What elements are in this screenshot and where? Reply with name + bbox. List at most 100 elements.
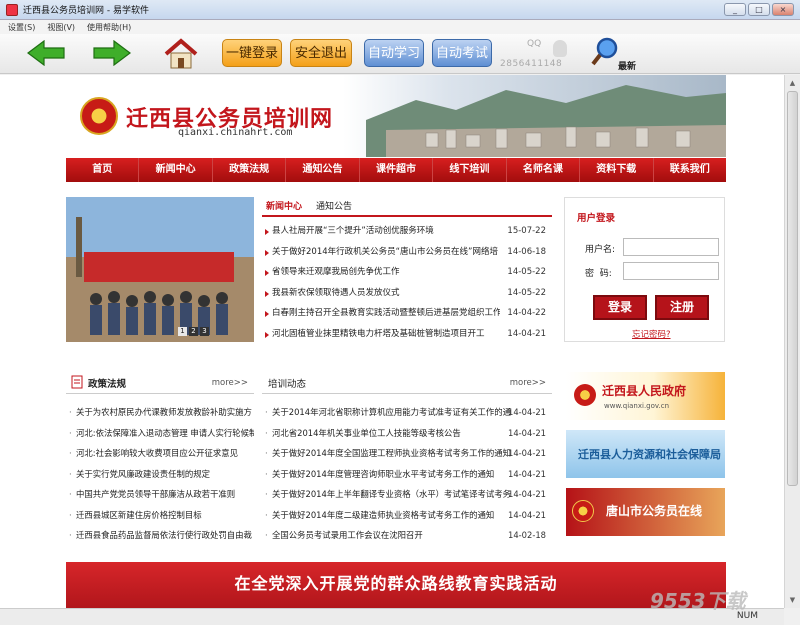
auto-study-button[interactable]: 自动学习 bbox=[364, 39, 424, 67]
newest-button[interactable]: 最新 bbox=[590, 37, 640, 72]
penguin-icon bbox=[553, 40, 567, 57]
app-icon bbox=[6, 3, 18, 16]
list-item[interactable]: 河北:社会影响较大收费项目应公开征求意见 bbox=[66, 443, 254, 464]
password-label: 密 码: bbox=[585, 269, 612, 279]
one-click-login-button[interactable]: 一键登录 bbox=[222, 39, 282, 67]
browser-viewport: 迁西县公务员培训网 qianxi.chinahrt.com 首页 新闻中心 政策… bbox=[0, 75, 784, 608]
password-input[interactable] bbox=[623, 262, 719, 280]
nav-news[interactable]: 新闻中心 bbox=[139, 158, 213, 182]
list-item[interactable]: 关于为农村原民办代课教师发放教龄补助实施方 bbox=[66, 402, 254, 423]
back-arrow-icon[interactable] bbox=[26, 40, 66, 66]
training-list: 关于2014年河北省职称计算机应用能力考试准考证有关工作的通14-04-21 河… bbox=[262, 402, 552, 546]
list-item[interactable]: 关于做好2014年度管理咨询师职业水平考试考务工作的通知14-04-21 bbox=[262, 464, 552, 485]
slide-dot[interactable]: 3 bbox=[200, 327, 209, 336]
policy-header: 政策法规 more>> bbox=[66, 372, 254, 394]
scroll-thumb[interactable] bbox=[787, 91, 798, 486]
tab-news-center[interactable]: 新闻中心 bbox=[266, 197, 302, 215]
list-item[interactable]: 省领导来迁观摩我局创先争优工作 14-05-22 bbox=[262, 262, 552, 283]
campaign-text: 在全党深入开展党的群众路线教育实践活动 bbox=[234, 574, 558, 593]
qq-number: 2856411148 bbox=[500, 59, 563, 69]
list-item[interactable]: 迁西县城区新建住房价格控制目标 bbox=[66, 505, 254, 526]
list-item[interactable]: 关于做好2014年上半年翻译专业资格（水平）考试笔译考试考务14-04-21 bbox=[262, 484, 552, 505]
policy-more-link[interactable]: more>> bbox=[212, 378, 248, 388]
ad-hr-social-security[interactable]: 迁西县人力资源和社会保障局 bbox=[566, 430, 725, 478]
home-icon[interactable] bbox=[162, 38, 200, 70]
scroll-down-icon[interactable]: ▼ bbox=[787, 594, 798, 606]
site-url: qianxi.chinahrt.com bbox=[178, 127, 293, 138]
policy-list: 关于为农村原民办代课教师发放教龄补助实施方 河北:依法保障准入退动态管理 申请人… bbox=[66, 402, 254, 546]
nav-contact[interactable]: 联系我们 bbox=[654, 158, 726, 182]
nav-policy[interactable]: 政策法规 bbox=[213, 158, 287, 182]
menu-view[interactable]: 视图(V) bbox=[47, 22, 75, 33]
list-item[interactable]: 河北省2014年机关事业单位工人技能等级考核公告14-04-21 bbox=[262, 423, 552, 444]
ad-title: 唐山市公务员在线 bbox=[606, 504, 703, 518]
username-input[interactable] bbox=[623, 238, 719, 256]
list-item[interactable]: 关于2014年河北省职称计算机应用能力考试准考证有关工作的通14-04-21 bbox=[262, 402, 552, 423]
ad-title: 迁西县人民政府 bbox=[602, 384, 687, 398]
nav-downloads[interactable]: 资料下载 bbox=[580, 158, 654, 182]
newest-label: 最新 bbox=[618, 62, 637, 72]
auto-exam-button[interactable]: 自动考试 bbox=[432, 39, 492, 67]
minimize-button[interactable]: _ bbox=[724, 3, 746, 16]
list-item[interactable]: 我县新农保领取待遇人员发放仪式 14-05-22 bbox=[262, 283, 552, 304]
login-panel: 用户登录 用户名: 密 码: 登录 注册 忘记密码? bbox=[564, 197, 725, 342]
magnifier-icon bbox=[591, 37, 618, 66]
title-bar: 迁西县公务员培训网 - 易学软件 _ □ × bbox=[0, 0, 800, 20]
campaign-banner: 在全党深入开展党的群众路线教育实践活动 bbox=[66, 562, 726, 608]
list-item[interactable]: 关于做好2014年行政机关公务员“唐山市公务员在线”网络培 14-06-18 bbox=[262, 242, 552, 263]
training-title: 培训动态 bbox=[268, 379, 307, 390]
list-item[interactable]: 关于做好2014年度全国监理工程师执业资格考试考务工作的通知14-04-21 bbox=[262, 443, 552, 464]
toolbar: 一键登录 安全退出 自动学习 自动考试 QQ 2856411148 最新 bbox=[0, 34, 800, 74]
training-header: 培训动态 more>> bbox=[262, 372, 552, 394]
list-item[interactable]: 关于实行党风廉政建设责任制的规定 bbox=[66, 464, 254, 485]
forward-arrow-icon[interactable] bbox=[92, 40, 132, 66]
list-item[interactable]: 河北固植管业抹里精铁电力杆塔及基础桩管制造项目开工 14-04-21 bbox=[262, 324, 552, 345]
nav-home[interactable]: 首页 bbox=[66, 158, 140, 182]
ad-tangshan-civil-servant[interactable]: 唐山市公务员在线 bbox=[566, 488, 725, 536]
ad-title: 迁西县人力资源和社会保障局 bbox=[578, 448, 721, 461]
list-item[interactable]: 迁西县食品药品监督局依法行使行政处罚自由裁 bbox=[66, 525, 254, 546]
national-emblem-icon bbox=[80, 97, 118, 135]
safe-logout-button[interactable]: 安全退出 bbox=[290, 39, 352, 67]
ad-url: www.qianxi.gov.cn bbox=[604, 402, 670, 410]
window-controls: _ □ × bbox=[724, 3, 794, 16]
forgot-password-link[interactable]: 忘记密码? bbox=[632, 328, 671, 340]
slide-dot[interactable]: 2 bbox=[189, 327, 198, 336]
slide-dot[interactable]: 1 bbox=[178, 327, 187, 336]
nav-offline-training[interactable]: 线下培训 bbox=[433, 158, 507, 182]
menu-bar: 设置(S) 视图(V) 使用帮助(H) bbox=[0, 20, 800, 34]
news-slideshow[interactable]: 1 2 3 bbox=[66, 197, 254, 342]
register-button[interactable]: 注册 bbox=[655, 295, 709, 320]
menu-settings[interactable]: 设置(S) bbox=[8, 22, 35, 33]
menu-help[interactable]: 使用帮助(H) bbox=[87, 22, 131, 33]
slideshow-pager: 1 2 3 bbox=[178, 327, 209, 336]
news-list: 县人社局开展“三个提升”活动创优服务环境 15-07-22 关于做好2014年行政… bbox=[262, 221, 552, 345]
scroll-up-icon[interactable]: ▲ bbox=[787, 77, 798, 89]
qq-contact[interactable]: QQ 2856411148 bbox=[497, 39, 569, 71]
news-tabs: 新闻中心 通知公告 bbox=[262, 197, 552, 217]
site-banner: 迁西县公务员培训网 qianxi.chinahrt.com bbox=[66, 75, 726, 157]
nav-famous-teachers[interactable]: 名师名课 bbox=[507, 158, 581, 182]
tab-notices[interactable]: 通知公告 bbox=[316, 197, 352, 215]
vertical-scrollbar[interactable]: ▲ ▼ bbox=[784, 75, 800, 608]
list-item[interactable]: 白春刚主持召开全县教育实践活动暨整顿后进基层党组织工作推 14-04-22 bbox=[262, 303, 552, 324]
username-label: 用户名: bbox=[585, 245, 616, 255]
list-item[interactable]: 关于做好2014年度二级建造师执业资格考试考务工作的通知14-04-21 bbox=[262, 505, 552, 526]
list-item[interactable]: 县人社局开展“三个提升”活动创优服务环境 15-07-22 bbox=[262, 221, 552, 242]
list-item[interactable]: 中国共产党党员领导干部廉洁从政若干准则 bbox=[66, 484, 254, 505]
training-more-link[interactable]: more>> bbox=[510, 378, 546, 388]
maximize-button[interactable]: □ bbox=[748, 3, 770, 16]
ad-county-government[interactable]: 迁西县人民政府 www.qianxi.gov.cn bbox=[566, 372, 725, 420]
close-button[interactable]: × bbox=[772, 3, 794, 16]
list-item[interactable]: 全国公务员考试录用工作会议在沈阳召开14-02-18 bbox=[262, 525, 552, 546]
login-title: 用户登录 bbox=[577, 213, 616, 224]
news-panel: 新闻中心 通知公告 县人社局开展“三个提升”活动创优服务环境 15-07-22 关… bbox=[262, 197, 552, 347]
policy-title: 政策法规 bbox=[88, 379, 127, 390]
nav-notices[interactable]: 通知公告 bbox=[286, 158, 360, 182]
list-item[interactable]: 河北:依法保障准入退动态管理 申请人实行轮候制 bbox=[66, 423, 254, 444]
nav-courses[interactable]: 课件超市 bbox=[360, 158, 434, 182]
national-emblem-icon bbox=[572, 500, 594, 522]
document-icon bbox=[71, 375, 83, 389]
qq-label: QQ bbox=[527, 39, 542, 49]
login-button[interactable]: 登录 bbox=[593, 295, 647, 320]
